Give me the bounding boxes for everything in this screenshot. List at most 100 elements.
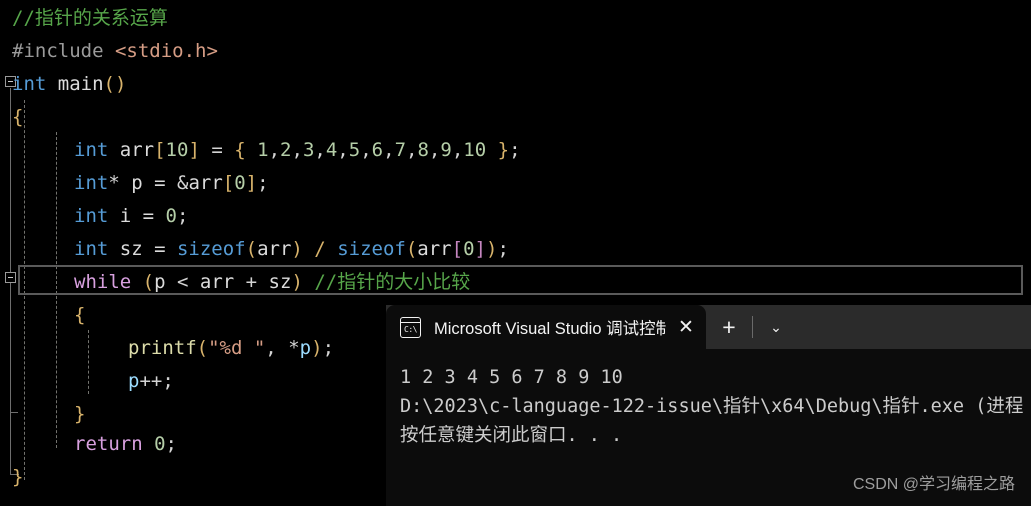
code-token: ( (405, 238, 418, 260)
code-token: arr (188, 172, 223, 194)
code-line[interactable]: } (74, 398, 85, 431)
code-token: [ (222, 172, 235, 194)
code-token: 3 (302, 139, 315, 161)
code-token: 0 (165, 205, 177, 227)
code-token: , (337, 139, 349, 161)
code-token: int (74, 172, 109, 194)
code-token: { (234, 139, 246, 161)
code-line[interactable]: int* p = &arr[0]; (74, 167, 269, 200)
code-token: ) (311, 337, 323, 359)
code-token: , (314, 139, 326, 161)
code-line[interactable]: int main() (12, 68, 126, 101)
terminal-tabbar-actions[interactable]: + ⌄ (706, 305, 799, 349)
terminal-output-line: 按任意键关闭此窗口. . . (400, 425, 623, 446)
code-token: sizeof (337, 238, 406, 260)
code-token: 1 (257, 139, 269, 161)
code-token: ] (474, 238, 486, 260)
code-token: i = (108, 205, 166, 227)
code-token: , (268, 139, 281, 161)
code-token: p (128, 370, 140, 392)
code-token: arr (108, 139, 155, 161)
close-icon[interactable]: ✕ (666, 305, 706, 349)
command-prompt-icon-label: C:\ (404, 324, 417, 334)
code-token: ) (485, 238, 498, 260)
code-token: ; (497, 238, 509, 260)
code-token: 5 (348, 139, 361, 161)
code-token: p (299, 337, 312, 359)
code-token: ) (291, 238, 303, 260)
code-token: ( (196, 337, 209, 359)
code-line[interactable]: int sz = sizeof(arr) / sizeof(arr[0]); (74, 233, 509, 266)
current-line-highlight (18, 265, 1023, 295)
code-token: 9 (440, 139, 452, 161)
new-tab-icon[interactable]: + (706, 305, 752, 349)
code-token: () (103, 73, 127, 95)
code-token: ; (509, 139, 521, 161)
code-token: } (497, 139, 510, 161)
code-line[interactable]: p++; (128, 365, 174, 398)
code-token: //指针的关系运算 (12, 7, 168, 29)
code-token: , (360, 139, 372, 161)
collapse-region-while-icon[interactable] (5, 272, 16, 283)
code-token: { (12, 106, 24, 128)
code-token: int (74, 205, 109, 227)
code-line[interactable]: { (74, 299, 85, 332)
code-token: sizeof (176, 238, 246, 260)
terminal-tab[interactable]: C:\ Microsoft Visual Studio 调试控制台 ✕ (386, 305, 706, 349)
code-line[interactable]: printf("%d ", *p); (128, 332, 334, 365)
code-token: , (265, 337, 277, 359)
terminal-tab-title: Microsoft Visual Studio 调试控制台 (434, 320, 666, 338)
terminal-tab-bar[interactable]: C:\ Microsoft Visual Studio 调试控制台 ✕ + ⌄ (386, 305, 1031, 349)
code-token: arr (417, 238, 452, 260)
code-token: printf (128, 337, 197, 359)
code-token: 8 (417, 139, 429, 161)
chevron-down-icon[interactable]: ⌄ (753, 305, 799, 349)
code-token: return (74, 433, 143, 455)
code-token: / (314, 238, 326, 260)
code-token: ; (257, 172, 269, 194)
code-line[interactable]: int arr[10] = { 1,2,3,4,5,6,7,8,9,10 }; (74, 134, 521, 167)
code-line[interactable]: //指针的关系运算 (12, 2, 168, 35)
indent-guide (88, 330, 89, 394)
code-line[interactable]: #include <stdio.h> (12, 35, 218, 68)
code-token: 0 (154, 433, 166, 455)
code-token: 0 (234, 172, 246, 194)
code-token: p = (119, 172, 177, 194)
code-token: #include (12, 40, 115, 62)
code-line[interactable]: } (12, 461, 23, 494)
code-token: 4 (325, 139, 338, 161)
code-token: , (428, 139, 441, 161)
code-token: "%d " (208, 337, 266, 359)
code-token: int (12, 73, 47, 95)
terminal-output-line: 1 2 3 4 5 6 7 8 9 10 (400, 367, 623, 388)
code-token: 0 (463, 238, 475, 260)
code-token: ] (245, 172, 258, 194)
code-token: ; (176, 205, 189, 227)
code-token: 7 (394, 139, 407, 161)
code-token: , (291, 139, 303, 161)
code-token: * (108, 172, 120, 194)
code-token: [ (154, 139, 166, 161)
code-line[interactable]: return 0; (74, 428, 177, 461)
csdn-watermark: CSDN @学习编程之路 (852, 476, 1015, 493)
code-token: } (74, 403, 86, 425)
code-token: { (74, 304, 86, 326)
code-token: ( (245, 238, 258, 260)
code-token: <stdio.h> (114, 40, 218, 62)
code-token: , (451, 139, 464, 161)
code-token: int (74, 238, 109, 260)
code-token: ; (322, 337, 335, 359)
code-line[interactable]: { (12, 101, 23, 134)
code-token: } (12, 466, 24, 488)
code-line[interactable]: int i = 0; (74, 200, 188, 233)
block-structure-guide-tick (10, 412, 18, 413)
code-token: ; (165, 433, 177, 455)
code-token: , (406, 139, 418, 161)
code-token: * (288, 337, 300, 359)
